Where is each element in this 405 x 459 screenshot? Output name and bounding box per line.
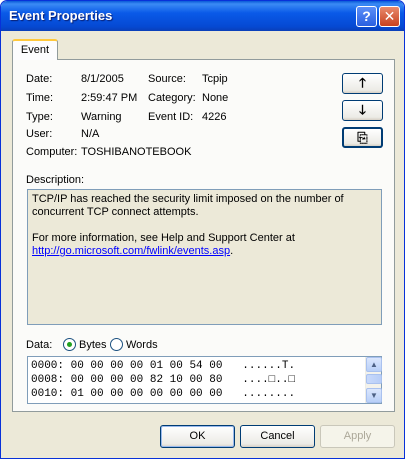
date-label: Date: [26,73,53,85]
window-title: Event Properties [9,8,113,23]
scroll-down-button[interactable]: ▼ [366,388,382,403]
user-value: N/A [81,128,100,140]
copy-button[interactable]: ⎘ [342,127,383,148]
data-box[interactable]: 0000: 00 00 00 00 01 00 54 00 ......T. 0… [27,356,382,404]
help-button[interactable]: ? [356,6,377,27]
link-suffix: . [230,245,234,257]
description-box[interactable]: TCP/IP has reached the security limit im… [27,189,382,325]
category-value: None [202,92,229,104]
row-hex: 00 00 00 00 82 10 00 80 [70,374,223,386]
words-radio[interactable] [110,338,123,351]
row-offset: 0010: [31,388,65,400]
data-label: Data: [26,339,53,351]
data-row: 0008: 00 00 00 00 82 10 00 80 ....□..□ [31,374,295,386]
scroll-thumb[interactable] [366,374,382,384]
time-value: 2:59:47 PM [81,92,138,104]
arrow-down-icon: 🡓 [359,102,366,117]
row-hex: 01 00 00 00 00 00 00 00 [70,388,223,400]
category-label: Category: [148,92,196,104]
event-properties-window: Event Properties ? ✕ Event Date: 8/1/200… [0,0,405,459]
close-button[interactable]: ✕ [379,6,400,27]
row-offset: 0000: [31,360,65,372]
scroll-up-button[interactable]: ▲ [366,357,382,372]
description-line-2: concurrent TCP connect attempts. [32,206,199,218]
bytes-radio-label[interactable]: Bytes [79,339,107,351]
row-ascii: ......T. [242,360,296,372]
copy-icon: ⎘ [357,130,368,145]
description-line-4: http://go.microsoft.com/fwlink/events.as… [32,245,377,258]
previous-event-button[interactable]: 🡑 [342,73,383,94]
data-scrollbar[interactable]: ▲ ▼ [365,357,382,403]
row-ascii: ........ [242,388,296,400]
scroll-down-icon: ▼ [370,391,378,400]
cancel-button[interactable]: Cancel [240,425,315,448]
row-offset: 0008: [31,374,65,386]
type-value: Warning [81,111,122,123]
scroll-up-icon: ▲ [370,360,378,369]
data-row: 0010: 01 00 00 00 00 00 00 00 ........ [31,388,295,400]
ok-button[interactable]: OK [160,425,235,448]
source-label: Source: [148,73,186,85]
apply-button[interactable]: Apply [320,425,395,448]
computer-value: TOSHIBANOTEBOOK [81,146,192,158]
event-id-value: 4226 [202,111,227,123]
type-label: Type: [26,111,53,123]
description-line-1: TCP/IP has reached the security limit im… [32,193,344,205]
arrow-up-icon: 🡑 [359,75,366,90]
data-row: 0000: 00 00 00 00 01 00 54 00 ......T. [31,360,295,372]
row-hex: 00 00 00 00 01 00 54 00 [70,360,223,372]
help-link[interactable]: http://go.microsoft.com/fwlink/events.as… [32,245,230,257]
description-label: Description: [26,174,85,186]
computer-label: Computer: [26,146,78,158]
tab-event[interactable]: Event [12,39,58,60]
event-id-label: Event ID: [148,111,194,123]
title-bar[interactable]: Event Properties ? ✕ [1,1,404,31]
words-radio-label[interactable]: Words [126,339,158,351]
source-value: Tcpip [202,73,228,85]
user-label: User: [26,128,53,140]
date-value: 8/1/2005 [81,73,124,85]
time-label: Time: [26,92,54,104]
description-line-3: For more information, see Help and Suppo… [32,232,295,244]
row-ascii: ....□..□ [242,374,296,386]
event-tab-panel: Date: 8/1/2005 Time: 2:59:47 PM Type: Wa… [12,59,395,412]
next-event-button[interactable]: 🡓 [342,100,383,121]
bytes-radio[interactable] [63,338,76,351]
